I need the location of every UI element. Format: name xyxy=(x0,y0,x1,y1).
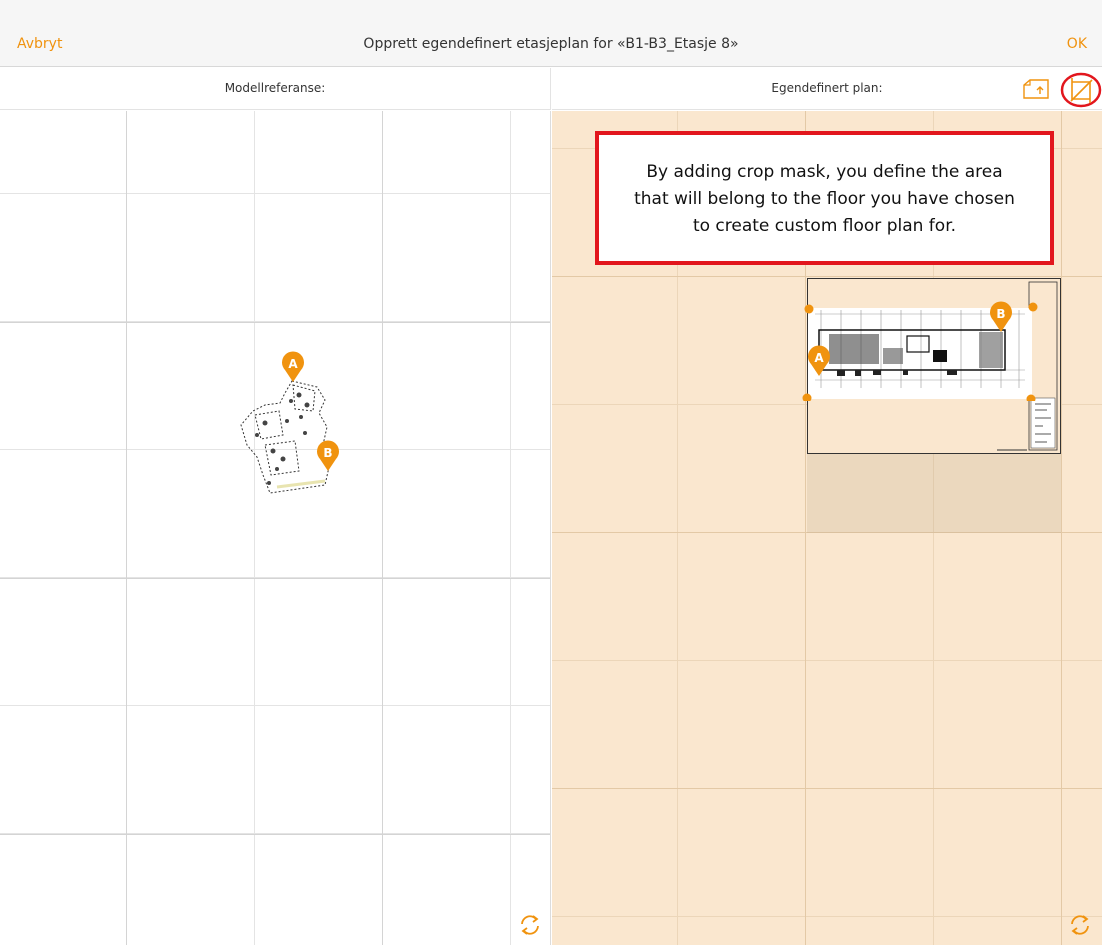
custom-plan-header: Egendefinert plan: xyxy=(552,68,1102,110)
model-reference-header: Modellreferanse: xyxy=(0,68,551,110)
marker-b-right[interactable]: B xyxy=(989,301,1013,333)
upload-plan-icon[interactable] xyxy=(1023,79,1049,103)
crop-mask-icon[interactable] xyxy=(1060,72,1102,112)
svg-text:B: B xyxy=(996,307,1005,321)
top-bar: Avbryt Opprett egendefinert etasjeplan f… xyxy=(0,0,1102,67)
svg-text:B: B xyxy=(323,446,332,460)
dialog-title: Opprett egendefinert etasjeplan for «B1-… xyxy=(363,36,739,52)
grid-lines xyxy=(0,111,550,945)
tooltip-line: to create custom floor plan for. xyxy=(692,216,957,236)
model-reference-canvas[interactable]: A B xyxy=(0,111,551,945)
svg-text:A: A xyxy=(288,357,298,371)
refresh-icon[interactable] xyxy=(518,913,542,937)
ok-button[interactable]: OK xyxy=(1067,36,1087,52)
tooltip-line: By adding crop mask, you define the area xyxy=(646,162,1003,182)
tooltip-line: that will belong to the floor you have c… xyxy=(634,189,1015,209)
marker-a-right[interactable]: A xyxy=(807,345,831,377)
model-reference-label: Modellreferanse: xyxy=(224,81,326,95)
sheet-shadow xyxy=(807,453,1061,533)
svg-text:A: A xyxy=(814,351,824,365)
model-floorplan-drawing xyxy=(240,380,330,494)
custom-plan-label: Egendefinert plan: xyxy=(771,81,883,95)
marker-a-left[interactable]: A xyxy=(281,351,305,383)
marker-b-left[interactable]: B xyxy=(316,440,340,472)
crop-mask-tooltip: By adding crop mask, you define the area… xyxy=(595,131,1054,265)
refresh-icon[interactable] xyxy=(1068,913,1092,937)
